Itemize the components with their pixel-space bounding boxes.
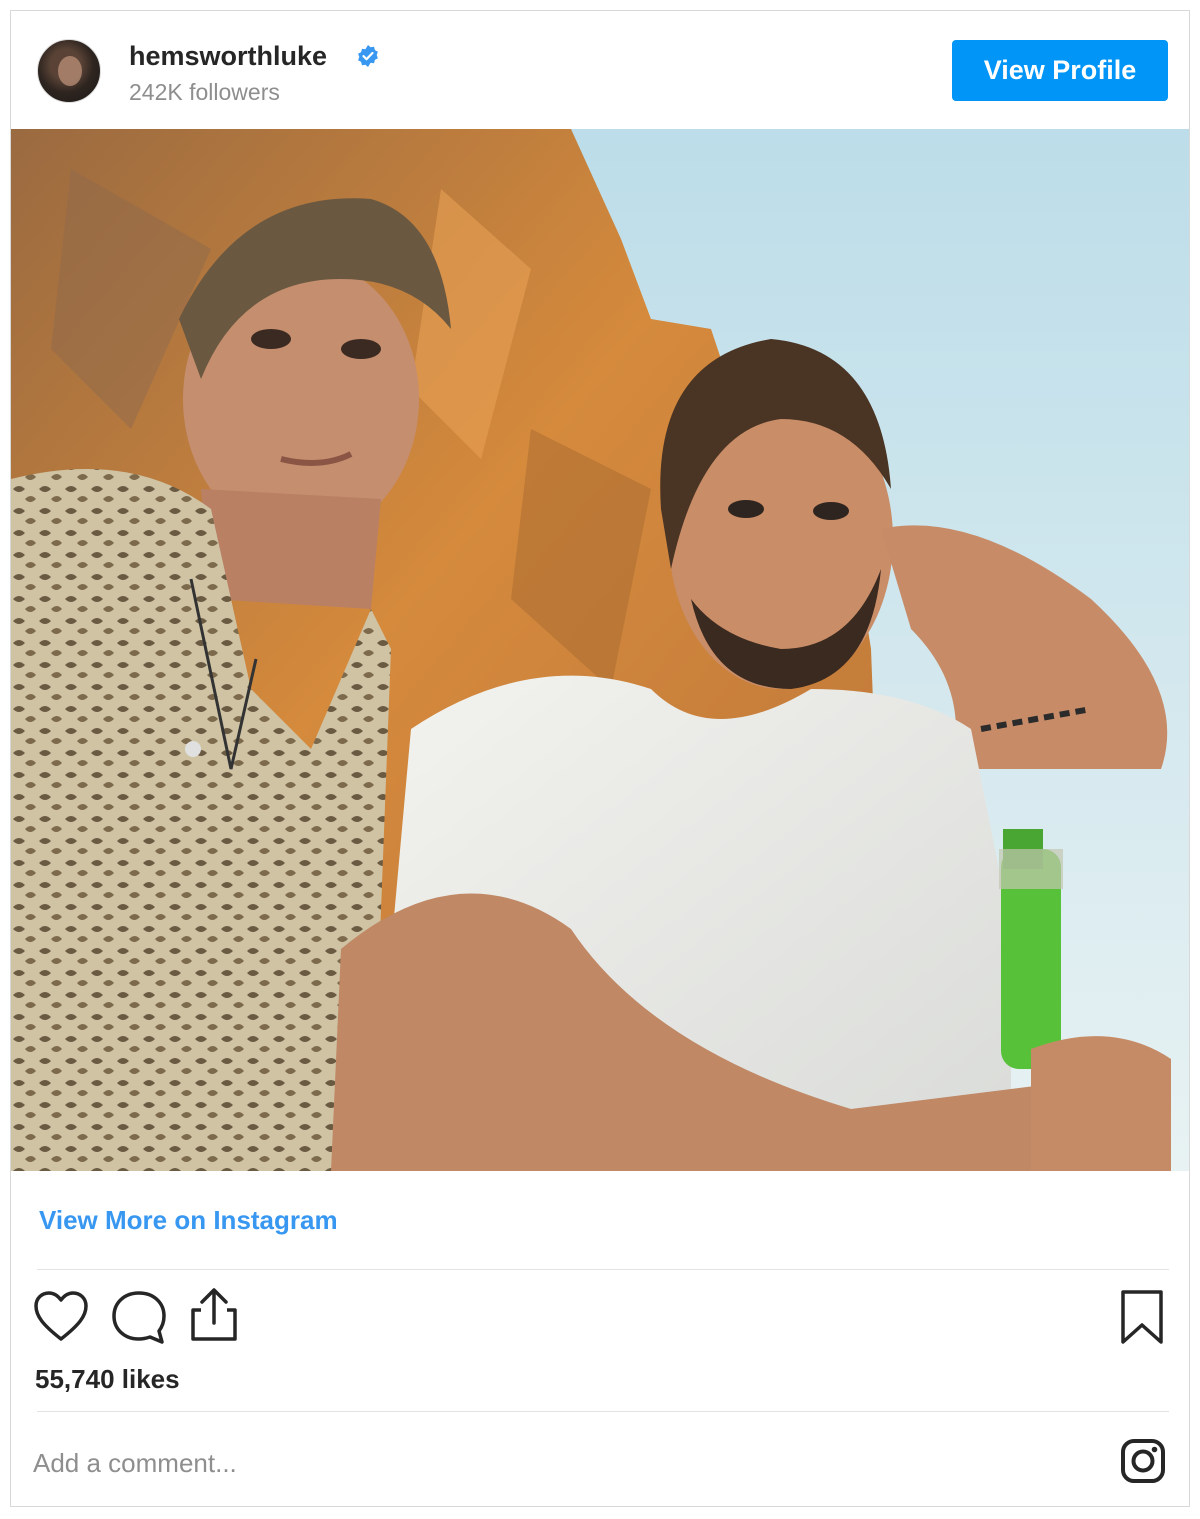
avatar[interactable] bbox=[37, 39, 101, 103]
instagram-logo-icon[interactable] bbox=[1119, 1437, 1167, 1485]
comment-icon[interactable] bbox=[109, 1289, 169, 1345]
comment-input[interactable] bbox=[33, 1441, 1093, 1485]
view-profile-button[interactable]: View Profile bbox=[952, 40, 1168, 101]
instagram-embed-card: hemsworthluke 242K followers View Profil… bbox=[10, 10, 1190, 1507]
divider bbox=[37, 1269, 1169, 1270]
username[interactable]: hemsworthluke bbox=[129, 41, 327, 72]
bookmark-icon[interactable] bbox=[1119, 1289, 1165, 1345]
post-photo[interactable] bbox=[11, 129, 1189, 1171]
view-more-on-instagram-link[interactable]: View More on Instagram bbox=[39, 1205, 338, 1236]
divider bbox=[37, 1411, 1169, 1412]
share-icon[interactable] bbox=[187, 1285, 241, 1343]
like-count: 55,740 likes bbox=[35, 1364, 180, 1394]
verified-badge-icon bbox=[358, 45, 378, 67]
post-header: hemsworthluke 242K followers View Profil… bbox=[11, 11, 1189, 129]
follower-count: 242K followers bbox=[129, 79, 280, 105]
heart-icon[interactable] bbox=[33, 1289, 89, 1343]
